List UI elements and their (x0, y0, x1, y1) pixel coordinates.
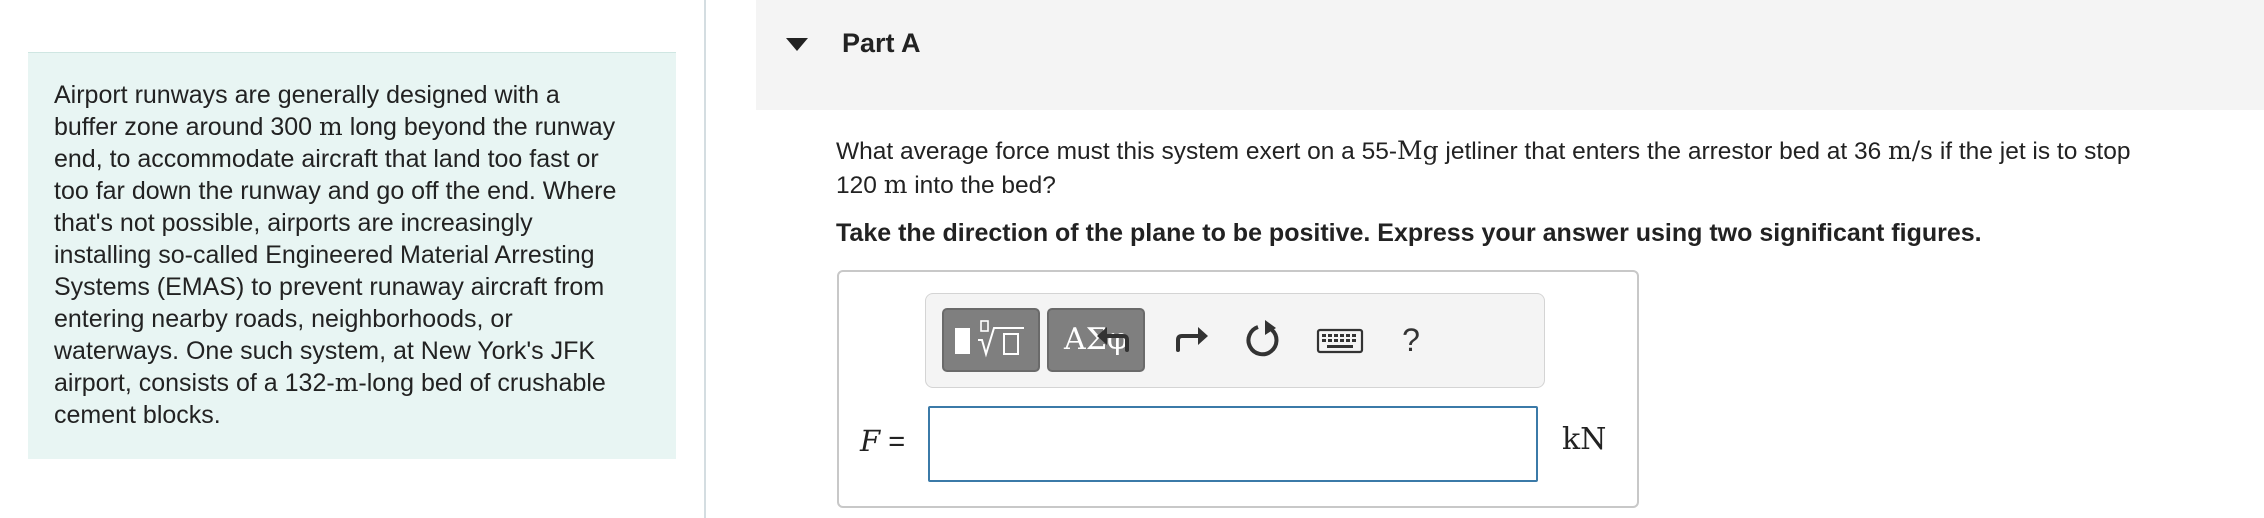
intro-line: Systems (EMAS) to prevent runaway aircra… (54, 271, 650, 303)
text-segment: if the jet is to stop (1933, 138, 2131, 165)
intro-line: entering nearby roads, neighborhoods, or (54, 303, 650, 335)
keyboard-icon (1316, 328, 1364, 354)
math-unit: Mg (1397, 136, 1439, 165)
intro-line: too far down the runway and go off the e… (54, 175, 650, 207)
unit-label: kN (1562, 422, 1607, 457)
math-unit: m (319, 112, 343, 141)
text-segment: Airport runways are generally designed w… (54, 81, 560, 109)
undo-icon (1097, 327, 1129, 352)
text-segment: end, to accommodate aircraft that land t… (54, 145, 599, 173)
problem-intro: Airport runways are generally designed w… (28, 53, 676, 459)
help-button[interactable]: ? (1391, 314, 1431, 366)
reset-button[interactable] (1238, 314, 1288, 366)
intro-line: buffer zone around 300 m long beyond the… (54, 111, 650, 143)
text-segment: into the bed? (907, 172, 1056, 199)
keyboard-button[interactable] (1312, 314, 1368, 366)
intro-line: that's not possible, airports are increa… (54, 207, 650, 239)
text-segment: -long bed of crushable (358, 369, 606, 397)
text-segment: What average force must this system exer… (836, 138, 1398, 165)
part-header[interactable] (756, 0, 2264, 110)
pane-divider[interactable] (704, 0, 706, 518)
math-toolbar: ΑΣφ ? (925, 293, 1545, 388)
intro-line: end, to accommodate aircraft that land t… (54, 143, 650, 175)
redo-button[interactable] (1166, 314, 1216, 366)
left-pane: Airport runways are generally designed w… (0, 0, 704, 518)
text-segment: long beyond the runway (342, 113, 616, 141)
text-segment: installing so-called Engineered Material… (54, 241, 595, 269)
answer-variable-label: F = (860, 424, 905, 459)
text-segment: too far down the runway and go off the e… (54, 177, 617, 205)
text-segment: 120 (836, 172, 884, 199)
templates-button[interactable] (942, 308, 1040, 372)
intro-line: installing so-called Engineered Material… (54, 239, 650, 271)
question-line: 120 m into the bed? (836, 168, 2236, 202)
part-title[interactable]: Part A (842, 28, 921, 59)
redo-icon (1176, 327, 1208, 352)
math-unit: m (334, 368, 359, 397)
text-segment: buffer zone around 300 (54, 113, 320, 141)
instructions: Take the direction of the plane to be po… (836, 219, 1982, 247)
intro-line: cement blocks. (54, 399, 650, 431)
text-segment: waterways. One such system, at New York'… (54, 337, 596, 365)
question-line: What average force must this system exer… (836, 134, 2236, 168)
reset-icon (1246, 320, 1279, 357)
equals-sign: = (888, 426, 906, 458)
text-segment: jetliner that enters the arrestor bed at… (1438, 138, 1889, 165)
question-text: What average force must this system exer… (836, 134, 2236, 202)
math-unit: m/s (1888, 136, 1934, 165)
text-segment: cement blocks. (54, 401, 221, 429)
text-segment: Systems (EMAS) to prevent runaway aircra… (54, 273, 605, 301)
intro-line: airport, consists of a 132-m-long bed of… (54, 367, 650, 399)
intro-line: Airport runways are generally designed w… (54, 79, 650, 111)
variable-name: F (860, 424, 881, 458)
answer-input[interactable] (928, 406, 1538, 482)
templates-icon (955, 320, 1024, 358)
undo-button[interactable] (1089, 314, 1139, 366)
math-unit: m (883, 170, 908, 199)
text-segment: airport, consists of a 132- (54, 369, 335, 397)
text-segment: entering nearby roads, neighborhoods, or (54, 305, 513, 333)
caret-down-icon[interactable] (786, 38, 808, 51)
text-segment: that's not possible, airports are increa… (54, 209, 533, 237)
intro-line: waterways. One such system, at New York'… (54, 335, 650, 367)
